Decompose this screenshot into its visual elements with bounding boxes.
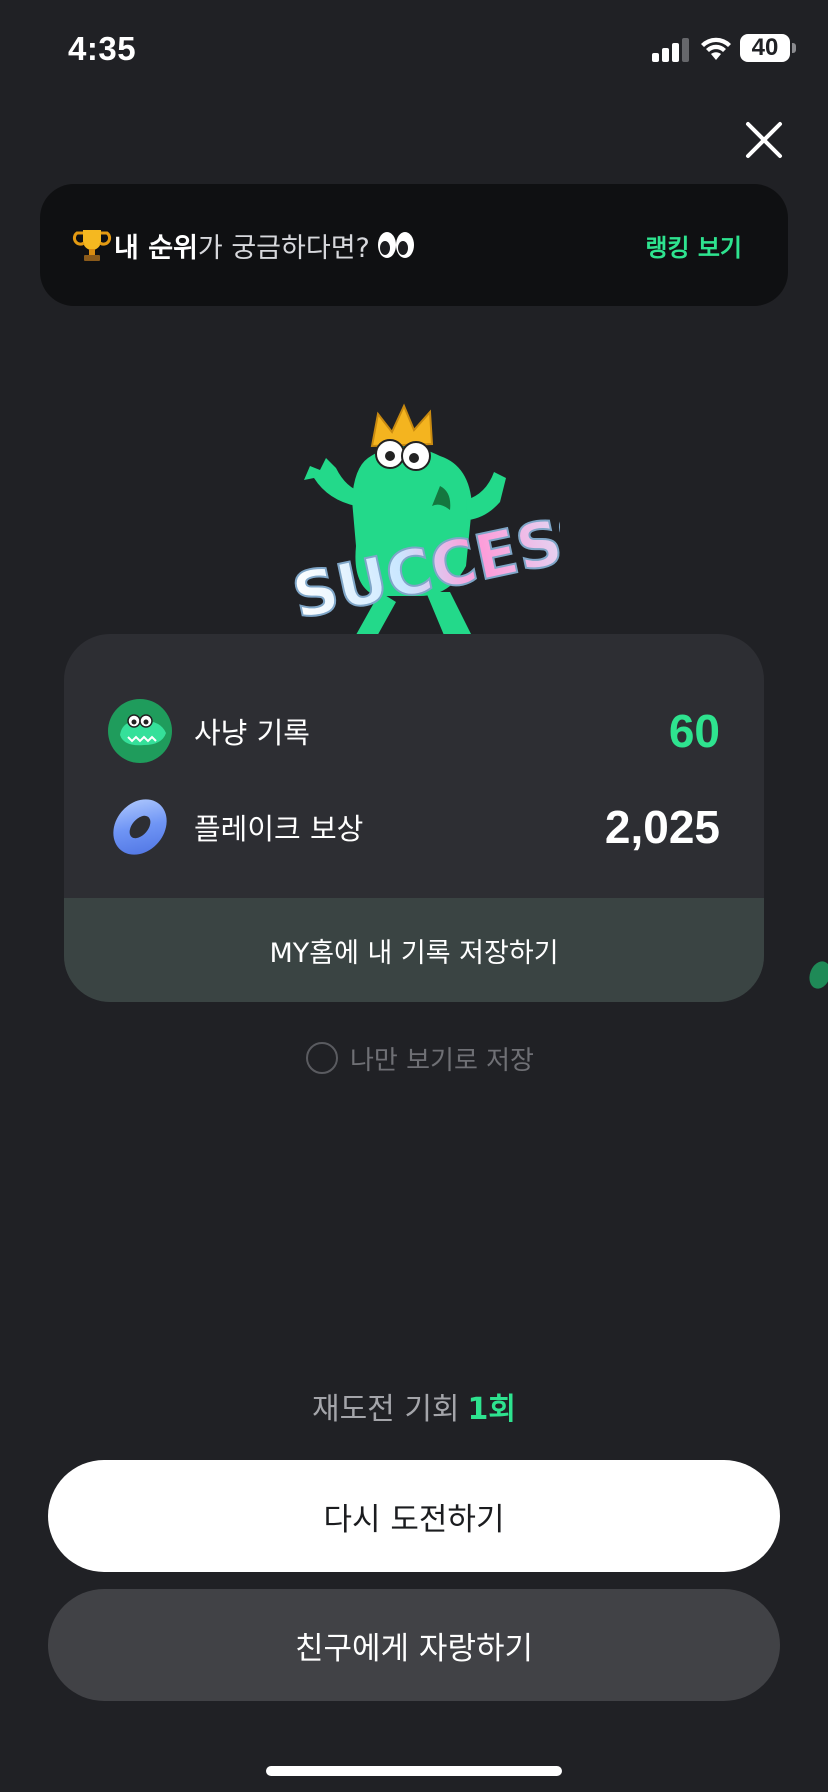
save-to-my-home-label: MY홈에 내 기록 저장하기	[269, 937, 559, 969]
private-save-toggle[interactable]: 나만 보기로 저장	[306, 1040, 534, 1076]
banner-emphasis: 내 순위	[114, 232, 198, 264]
retry-chance-text: 재도전 기회 1회	[0, 1384, 828, 1428]
status-bar: 4:35 40	[0, 0, 828, 100]
flake-reward-label: 플레이크 보상	[194, 812, 364, 846]
crocodile-avatar-icon	[108, 699, 172, 763]
status-time: 4:35	[68, 30, 137, 67]
flake-reward-value: 2,025	[604, 801, 720, 853]
retry-button[interactable]: 다시 도전하기	[48, 1460, 780, 1572]
battery-icon: 40	[740, 34, 790, 62]
retry-chance-count: 1회	[467, 1392, 517, 1427]
result-card: 사냥 기록 60 플레이크 보상 2,025 MY홈에 내 기록 저장하기	[64, 634, 764, 1002]
share-with-friends-button[interactable]: 친구에게 자랑하기	[48, 1589, 780, 1701]
save-to-my-home-button[interactable]: MY홈에 내 기록 저장하기	[64, 898, 764, 1002]
hunt-record-value: 60	[668, 705, 720, 757]
ranking-link[interactable]: 랭킹 보기	[645, 228, 742, 263]
result-screen: 4:35 40 내 순위가 궁금하다면? 랭킹 보기 SUCCESS 사냥 기록…	[0, 0, 828, 1792]
banner-question: 가 궁금하다면?	[197, 232, 370, 264]
close-icon[interactable]	[742, 118, 786, 162]
hunt-record-label: 사냥 기록	[194, 716, 310, 750]
private-save-radio[interactable]	[306, 1042, 338, 1074]
wifi-icon	[701, 37, 731, 60]
eyes-icon	[377, 232, 414, 258]
success-mascot-icon: SUCCESS	[285, 403, 560, 662]
private-save-label: 나만 보기로 저장	[350, 1045, 534, 1076]
ranking-banner[interactable]: 내 순위가 궁금하다면? 랭킹 보기	[40, 184, 788, 306]
banner-text: 내 순위가 궁금하다면?	[114, 226, 370, 265]
home-indicator	[266, 1766, 562, 1776]
flake-reward-row: 플레이크 보상 2,025	[108, 792, 720, 862]
trophy-icon	[72, 230, 112, 261]
donut-icon	[113, 799, 167, 855]
battery-tip	[792, 43, 796, 53]
side-leaf-icon	[809, 961, 828, 989]
signal-icon	[652, 38, 689, 62]
retry-chance-label: 재도전 기회	[311, 1392, 460, 1427]
hunt-record-row: 사냥 기록 60	[108, 696, 720, 766]
battery-level: 40	[751, 34, 779, 61]
